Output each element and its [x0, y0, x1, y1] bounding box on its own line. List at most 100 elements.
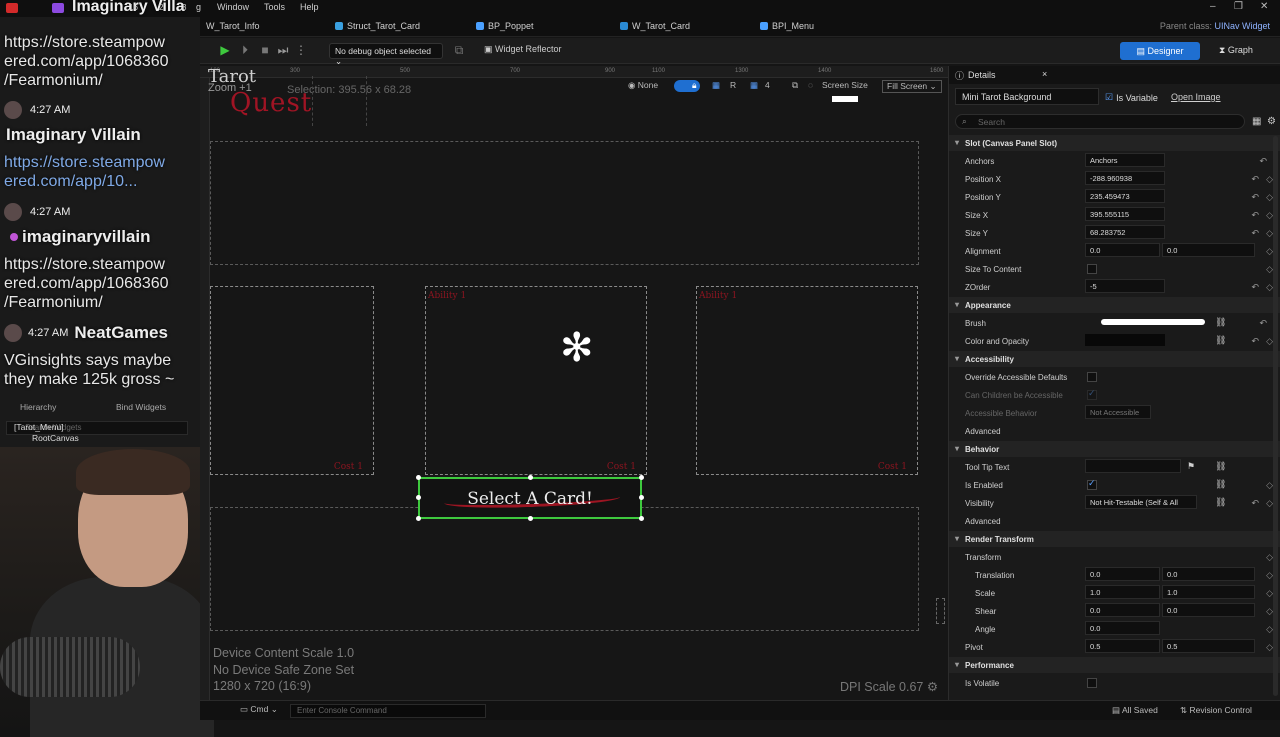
section-appearance[interactable]: Appearance [949, 297, 1280, 313]
reset-icon[interactable]: ↶ [1251, 228, 1259, 239]
card-slot-right[interactable]: Ability 1 Cost 1 [696, 286, 918, 475]
keyframe-icon[interactable]: ◇ [1266, 480, 1273, 491]
details-scrollbar[interactable] [1273, 136, 1278, 696]
r-toggle[interactable]: R [730, 80, 736, 90]
keyframe-icon[interactable]: ◇ [1266, 552, 1273, 563]
none-toggle[interactable]: ◉ None [628, 80, 658, 91]
anchors-dropdown[interactable]: Anchors [1085, 153, 1165, 167]
keyframe-icon[interactable]: ◇ [1266, 642, 1273, 653]
details-search-input[interactable]: ⌕ Search [955, 114, 1245, 129]
reset-icon[interactable]: ↶ [1259, 318, 1267, 329]
scale-x-input[interactable]: 1.0 [1085, 585, 1160, 599]
translation-y-input[interactable]: 0.0 [1162, 567, 1255, 581]
keyframe-icon[interactable]: ◇ [1266, 498, 1273, 509]
widget-reflector-button[interactable]: ▣ Widget Reflector [484, 44, 562, 55]
section-render-transform[interactable]: Render Transform [949, 531, 1280, 547]
all-saved-indicator[interactable]: ▤ All Saved [1112, 705, 1158, 716]
chat-link[interactable]: /Fearmonium/ [4, 293, 169, 312]
step-icon[interactable]: ⏵ [238, 43, 252, 57]
accessible-behavior-dropdown[interactable]: Not Accessible [1085, 405, 1151, 419]
override-accessible-checkbox[interactable] [1087, 372, 1097, 382]
reset-icon[interactable]: ↶ [1251, 192, 1259, 203]
reset-icon[interactable]: ↶ [1251, 336, 1259, 347]
scale-y-input[interactable]: 1.0 [1162, 585, 1255, 599]
snap-icon[interactable]: ⧉ [792, 80, 798, 91]
reset-icon[interactable]: ↶ [1251, 282, 1259, 293]
chat-link[interactable]: ered.com/app/1068360 [4, 52, 169, 71]
minimize-icon[interactable]: – [1210, 1, 1216, 12]
respect-locks-icon[interactable]: ▦ [712, 80, 720, 91]
tool-tip-input[interactable] [1085, 459, 1181, 473]
size-y-input[interactable]: 68.283752 [1085, 225, 1165, 239]
size-to-content-checkbox[interactable] [1087, 264, 1097, 274]
resize-handle[interactable] [528, 475, 533, 480]
fill-screen-dropdown[interactable]: Fill Screen ⌄ [882, 80, 942, 93]
menu-item[interactable]: g [196, 2, 201, 12]
dpi-scale[interactable]: DPI Scale 0.67 ⚙ [840, 679, 938, 694]
menu-help[interactable]: Help [300, 2, 319, 12]
size-x-input[interactable]: 395.555115 [1085, 207, 1165, 221]
resize-grip[interactable] [936, 598, 945, 624]
grid-icon[interactable]: ▦ [750, 80, 758, 91]
preview-icon[interactable]: ◌ [808, 80, 813, 90]
table-view-icon[interactable]: ▦ [1252, 116, 1261, 127]
gear-icon[interactable]: ⚙ [927, 680, 938, 694]
keyframe-icon[interactable]: ◇ [1266, 228, 1273, 239]
reset-icon[interactable]: ↶ [1251, 174, 1259, 185]
link-icon[interactable]: ⛓ [1215, 479, 1226, 490]
reset-icon[interactable]: ↶ [1251, 498, 1259, 509]
can-children-checkbox[interactable] [1087, 388, 1097, 400]
close-icon[interactable]: × [1042, 69, 1047, 79]
canvas-panel[interactable] [210, 141, 919, 265]
is-variable-checkbox[interactable]: ☑ Is Variable [1105, 92, 1158, 103]
flag-icon[interactable]: ⚑ [1187, 461, 1195, 472]
settings-icon[interactable]: ⚙ [1267, 116, 1276, 127]
select-card-widget[interactable]: Select A Card! [416, 475, 644, 521]
pivot-y-input[interactable]: 0.5 [1162, 639, 1255, 653]
canvas-panel[interactable] [210, 507, 919, 631]
brush-preview[interactable] [1101, 319, 1205, 325]
play-icon[interactable]: ▶ [218, 43, 232, 57]
lock-icon[interactable]: 🔒︎ [692, 80, 697, 91]
keyframe-icon[interactable]: ◇ [1266, 282, 1273, 293]
close-icon[interactable]: ✕ [1260, 1, 1268, 12]
is-volatile-checkbox[interactable] [1087, 678, 1097, 688]
keyframe-icon[interactable]: ◇ [1266, 624, 1273, 635]
alignment-y-input[interactable]: 0.0 [1162, 243, 1255, 257]
chat-link[interactable]: https://store.steampow [4, 255, 169, 274]
maximize-icon[interactable]: ❐ [1234, 1, 1243, 12]
chat-link[interactable]: ered.com/app/1068360 [4, 274, 169, 293]
resize-handle[interactable] [528, 516, 533, 521]
card-slot-center[interactable]: Ability 1 Cost 1 [425, 286, 647, 475]
keyframe-icon[interactable]: ◇ [1266, 336, 1273, 347]
position-y-input[interactable]: 235.459473 [1085, 189, 1165, 203]
chat-link[interactable]: /Fearmonium/ [4, 71, 169, 90]
section-accessibility[interactable]: Accessibility [949, 351, 1280, 367]
tab-w-tarot-card[interactable]: W_Tarot_Card [620, 21, 690, 31]
chat-link[interactable]: ered.com/app/10... [4, 172, 165, 191]
menu-window[interactable]: Window [217, 2, 249, 12]
resize-handle[interactable] [416, 495, 421, 500]
more-options-icon[interactable]: ⋮ [294, 43, 308, 57]
shear-y-input[interactable]: 0.0 [1162, 603, 1255, 617]
keyframe-icon[interactable]: ◇ [1266, 246, 1273, 257]
bind-widgets-tab[interactable]: Bind Widgets [116, 402, 166, 412]
keyframe-icon[interactable]: ◇ [1266, 606, 1273, 617]
tab-bp-poppet[interactable]: BP_Poppet [476, 21, 534, 31]
card-slot-left[interactable]: Cost 1 [210, 286, 374, 475]
alignment-x-input[interactable]: 0.0 [1085, 243, 1160, 257]
resize-handle[interactable] [416, 516, 421, 521]
color-swatch[interactable] [1085, 334, 1165, 346]
debug-object-select[interactable]: No debug object selected ⌄ [329, 43, 443, 66]
chat-link[interactable]: https://store.steampow [4, 33, 169, 52]
keyframe-icon[interactable]: ◇ [1266, 570, 1273, 581]
skip-icon[interactable]: ⏭ [276, 43, 290, 57]
parent-class-value[interactable]: UINav Widget [1214, 21, 1270, 31]
grid-count[interactable]: 4 [765, 80, 770, 90]
keyframe-icon[interactable]: ◇ [1266, 210, 1273, 221]
visibility-dropdown[interactable]: Not Hit-Testable (Self & All [1085, 495, 1197, 509]
revision-control-button[interactable]: ⇅ Revision Control [1180, 705, 1252, 716]
resize-handle[interactable] [639, 475, 644, 480]
widget-name-field[interactable]: Mini Tarot Background [955, 88, 1099, 105]
prop-transform[interactable]: Transform ◇ [949, 548, 1280, 566]
